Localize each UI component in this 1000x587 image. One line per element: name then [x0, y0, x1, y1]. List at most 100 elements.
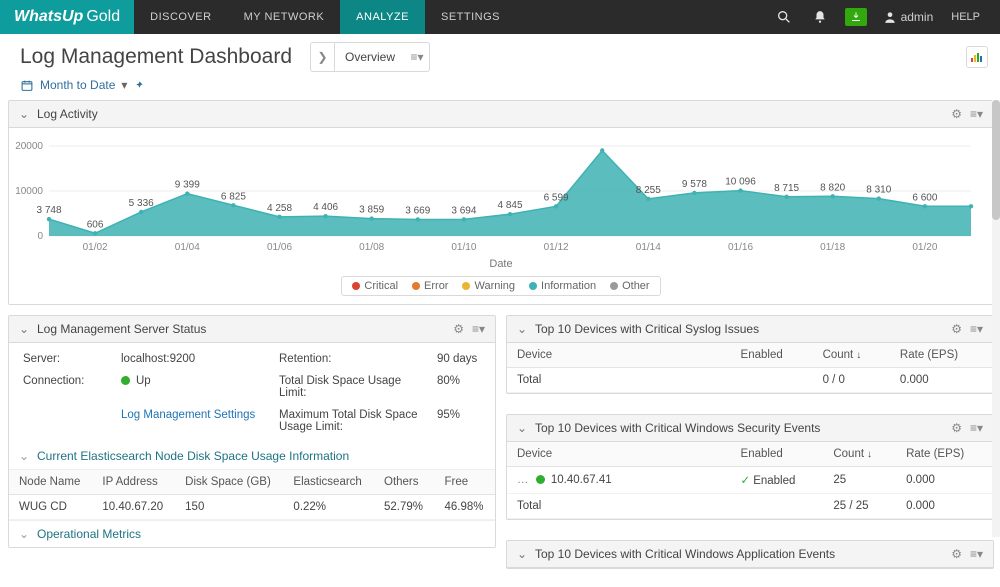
- panel-header[interactable]: ⌄ Top 10 Devices with Critical Windows S…: [507, 415, 993, 442]
- col-enabled[interactable]: Enabled: [731, 343, 813, 368]
- col-ip[interactable]: IP Address: [92, 470, 175, 495]
- svg-text:3 694: 3 694: [451, 205, 476, 216]
- panel-server-status: ⌄ Log Management Server Status ⚙ ≡▾ Serv…: [8, 315, 496, 548]
- chevron-down-icon: ⌄: [517, 547, 531, 561]
- panel-menu-icon[interactable]: ≡▾: [472, 322, 485, 336]
- col-device[interactable]: Device: [507, 343, 731, 368]
- cell-free: 46.98%: [434, 495, 495, 520]
- nav-discover[interactable]: DISCOVER: [134, 0, 227, 34]
- col-count[interactable]: Count↓: [823, 442, 896, 467]
- enabled-text: Enabled: [753, 475, 795, 487]
- col-count-label: Count: [823, 349, 854, 361]
- svg-text:8 820: 8 820: [820, 182, 845, 193]
- col-count-label: Count: [833, 448, 864, 460]
- col-rate[interactable]: Rate (EPS): [890, 343, 993, 368]
- panel-header[interactable]: ⌄ Top 10 Devices with Critical Windows A…: [507, 541, 993, 568]
- col-rate[interactable]: Rate (EPS): [896, 442, 993, 467]
- calendar-icon[interactable]: [20, 79, 34, 92]
- cell-disk: 150: [175, 495, 283, 520]
- gear-icon[interactable]: ⚙: [951, 547, 962, 561]
- top-nav: DISCOVERMY NETWORKANALYZESETTINGS: [134, 0, 516, 34]
- gear-icon[interactable]: ⚙: [453, 322, 464, 336]
- legend-item[interactable]: Critical: [352, 280, 398, 292]
- col-es[interactable]: Elasticsearch: [283, 470, 374, 495]
- row-menu-icon[interactable]: …: [517, 474, 530, 486]
- panel-header[interactable]: ⌄ Top 10 Devices with Critical Syslog Is…: [507, 316, 993, 343]
- col-enabled[interactable]: Enabled: [731, 442, 824, 467]
- panel-menu-icon[interactable]: ≡▾: [970, 547, 983, 561]
- table-row[interactable]: … 10.40.67.41 ✓Enabled 25 0.000: [507, 467, 993, 494]
- panel-critical-syslog: ⌄ Top 10 Devices with Critical Syslog Is…: [506, 315, 994, 394]
- nav-my-network[interactable]: MY NETWORK: [228, 0, 341, 34]
- content-area: ⌄ Log Activity ⚙ ≡▾ 010000200003 7486065…: [0, 100, 1000, 587]
- gear-icon[interactable]: ⚙: [951, 107, 962, 121]
- scrollbar-thumb[interactable]: [992, 100, 1000, 220]
- date-range-dropdown-icon[interactable]: ▾: [121, 78, 127, 92]
- col-others[interactable]: Others: [374, 470, 434, 495]
- server-status-grid: Server: localhost:9200 Retention: 90 day…: [9, 343, 495, 443]
- cell-rate: 0.000: [896, 494, 993, 519]
- legend-item[interactable]: Information: [529, 280, 596, 292]
- legend-item[interactable]: Error: [412, 280, 448, 292]
- svg-text:4 406: 4 406: [313, 202, 338, 213]
- panel-header[interactable]: ⌄ Log Activity ⚙ ≡▾: [9, 101, 993, 128]
- col-node[interactable]: Node Name: [9, 470, 92, 495]
- brand-logo[interactable]: WhatsUpGold: [0, 0, 134, 34]
- svg-text:6 599: 6 599: [544, 192, 569, 203]
- table-row-total: Total 25 / 25 0.000: [507, 494, 993, 519]
- connection-text: Up: [136, 375, 151, 387]
- svg-text:01/04: 01/04: [175, 242, 200, 253]
- chart-toggle-icon[interactable]: [966, 46, 988, 68]
- svg-text:6 600: 6 600: [912, 192, 937, 203]
- view-tab[interactable]: ❯ Overview ≡▾: [310, 42, 430, 72]
- mtdsl-value: 95%: [437, 409, 517, 433]
- panel-menu-icon[interactable]: ≡▾: [970, 322, 983, 336]
- tab-menu-icon[interactable]: ≡▾: [405, 50, 429, 64]
- svg-text:5 336: 5 336: [129, 198, 154, 209]
- panel-menu-icon[interactable]: ≡▾: [970, 107, 983, 121]
- help-link[interactable]: HELP: [945, 11, 986, 23]
- panel-title: Top 10 Devices with Critical Windows Sec…: [535, 421, 943, 435]
- svg-text:01/12: 01/12: [544, 242, 569, 253]
- download-button[interactable]: [841, 0, 871, 34]
- table-row[interactable]: WUG CD 10.40.67.20 150 0.22% 52.79% 46.9…: [9, 495, 495, 520]
- gear-icon[interactable]: ⚙: [951, 322, 962, 336]
- panel-title: Top 10 Devices with Critical Windows App…: [535, 547, 943, 561]
- mtdsl-label: Maximum Total Disk Space Usage Limit:: [279, 409, 429, 433]
- chevron-down-icon: ⌄: [19, 322, 33, 336]
- retention-label: Retention:: [279, 353, 429, 365]
- col-count[interactable]: Count↓: [813, 343, 890, 368]
- title-bar: Log Management Dashboard ❯ Overview ≡▾: [0, 34, 1000, 76]
- user-menu[interactable]: admin: [877, 10, 940, 24]
- log-activity-chart: 010000200003 7486065 3369 3996 8254 2584…: [9, 128, 993, 304]
- chart-x-axis-label: Date: [9, 258, 993, 270]
- col-disk[interactable]: Disk Space (GB): [175, 470, 283, 495]
- col-device[interactable]: Device: [507, 442, 731, 467]
- table-row-total: Total 0 / 0 0.000: [507, 368, 993, 393]
- log-mgmt-settings-link[interactable]: Log Management Settings: [121, 409, 271, 433]
- svg-text:01/06: 01/06: [267, 242, 292, 253]
- status-dot-icon: [121, 376, 130, 385]
- gear-icon[interactable]: ⚙: [951, 421, 962, 435]
- nav-settings[interactable]: SETTINGS: [425, 0, 516, 34]
- notifications-icon[interactable]: [805, 0, 835, 34]
- search-icon[interactable]: [769, 0, 799, 34]
- cell-count: 25 / 25: [823, 494, 896, 519]
- chevron-down-icon: ⌄: [517, 421, 531, 435]
- date-range-label[interactable]: Month to Date: [40, 78, 115, 92]
- legend-item[interactable]: Other: [610, 280, 650, 292]
- svg-text:6 825: 6 825: [221, 191, 246, 202]
- nav-analyze[interactable]: ANALYZE: [340, 0, 425, 34]
- connection-label: Connection:: [23, 375, 113, 399]
- right-column: ⌄ Top 10 Devices with Critical Syslog Is…: [506, 315, 994, 579]
- top-tools: admin HELP: [769, 0, 1000, 34]
- legend-item[interactable]: Warning: [462, 280, 515, 292]
- op-metrics-section-header[interactable]: ⌄ Operational Metrics: [9, 520, 495, 547]
- tdsl-value: 80%: [437, 375, 517, 399]
- cell-device: … 10.40.67.41: [507, 467, 731, 494]
- panel-menu-icon[interactable]: ≡▾: [970, 421, 983, 435]
- pin-icon[interactable]: [133, 79, 144, 92]
- col-free[interactable]: Free: [434, 470, 495, 495]
- es-disk-section-header[interactable]: ⌄ Current Elasticsearch Node Disk Space …: [9, 443, 495, 470]
- panel-header[interactable]: ⌄ Log Management Server Status ⚙ ≡▾: [9, 316, 495, 343]
